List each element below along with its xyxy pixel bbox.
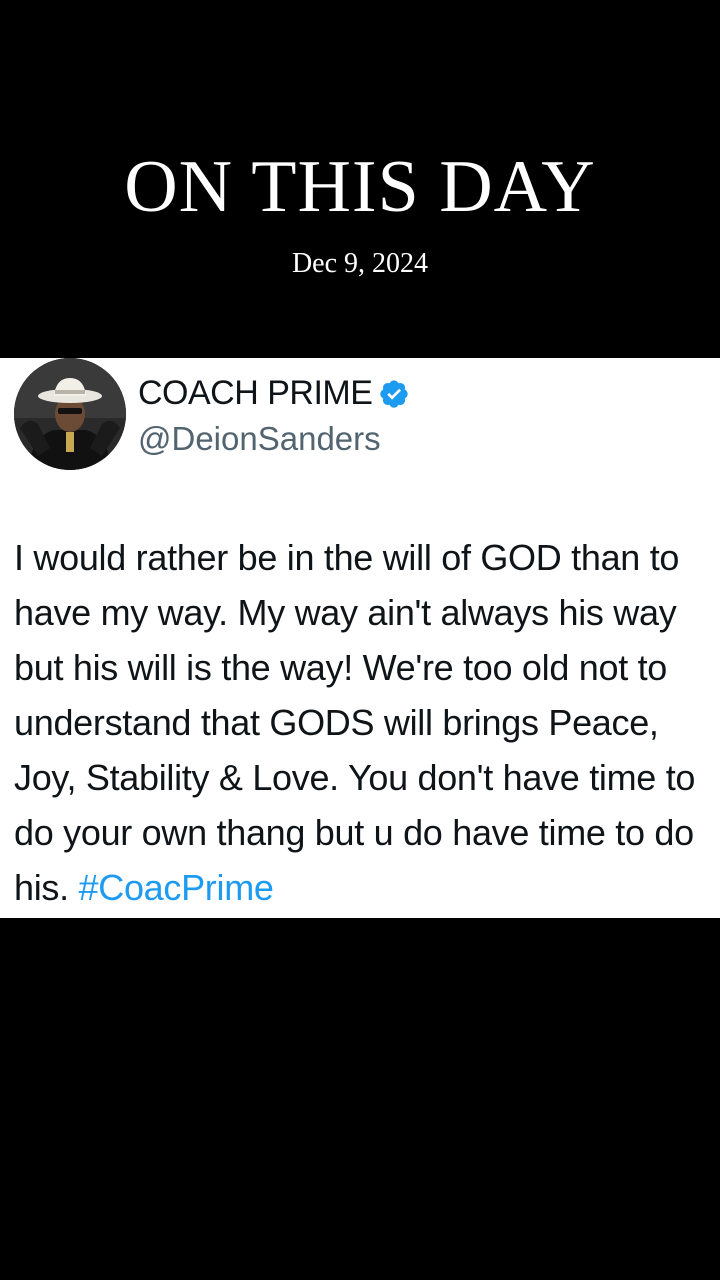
headline: ON THIS DAY — [124, 146, 596, 228]
hashtag-link[interactable]: #CoacPrime — [79, 867, 274, 908]
tweet-card: COACH PRIME @DeionSanders I would rather… — [0, 358, 720, 918]
tweet-body: I would rather be in the will of GOD tha… — [14, 537, 696, 908]
avatar[interactable] — [14, 358, 126, 470]
display-name[interactable]: COACH PRIME — [138, 374, 410, 413]
tweet-text: I would rather be in the will of GOD tha… — [14, 530, 714, 915]
profile-photo-icon — [14, 358, 126, 470]
verified-badge-icon — [380, 379, 409, 408]
bottom-black-area — [0, 918, 720, 1280]
on-this-day-header: ON THIS DAY Dec 9, 2024 — [0, 0, 720, 358]
date-label: Dec 9, 2024 — [291, 248, 429, 279]
user-handle[interactable]: @DeionSanders — [138, 420, 381, 458]
display-name-text: COACH PRIME — [138, 374, 373, 412]
